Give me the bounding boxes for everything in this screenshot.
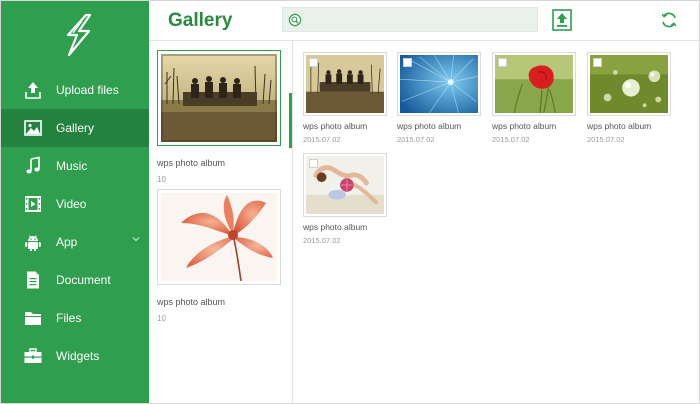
sidebar-item-label: Upload files <box>56 83 119 97</box>
folder-icon <box>25 312 41 325</box>
photo-date: 2015.07.02 <box>303 236 341 245</box>
photo-checkbox[interactable] <box>309 58 318 67</box>
photo-date: 2015.07.02 <box>492 135 530 144</box>
sidebar-item-files[interactable]: Files <box>1 299 149 337</box>
photo-checkbox[interactable] <box>403 58 412 67</box>
sidebar-nav: Upload files Gallery Music Video App Doc… <box>1 71 149 375</box>
sidebar-item-label: App <box>56 235 78 249</box>
sidebar-item-label: Music <box>56 159 88 173</box>
album-list: wps photo album 10 wps photo album 10 <box>149 41 293 403</box>
scroll-indicator[interactable] <box>289 93 292 148</box>
sidebar-item-document[interactable]: Document <box>1 261 149 299</box>
refresh-button[interactable] <box>660 11 678 29</box>
sidebar-item-music[interactable]: Music <box>1 147 149 185</box>
search-input[interactable] <box>307 11 532 29</box>
chevron-down-icon[interactable] <box>132 235 140 243</box>
album-count: 10 <box>157 314 166 323</box>
photo-checkbox[interactable] <box>498 58 507 67</box>
film-icon <box>25 196 41 212</box>
sidebar: Upload files Gallery Music Video App Doc… <box>1 1 149 403</box>
photo-date: 2015.07.02 <box>587 135 625 144</box>
photo-name: wps photo album <box>492 121 557 131</box>
photo-date: 2015.07.02 <box>303 135 341 144</box>
album-count: 10 <box>157 175 166 184</box>
photo-name: wps photo album <box>303 121 368 131</box>
upload-button[interactable] <box>552 9 572 31</box>
upload-icon <box>25 82 41 99</box>
photo-name: wps photo album <box>397 121 462 131</box>
sidebar-item-label: Widgets <box>56 349 100 363</box>
search-box[interactable] <box>282 7 538 32</box>
album-name: wps photo album <box>157 158 226 168</box>
app-logo-icon <box>66 13 92 57</box>
android-icon <box>25 235 41 251</box>
toolbox-icon <box>24 348 42 363</box>
sidebar-item-label: Document <box>56 273 111 287</box>
sidebar-item-video[interactable]: Video <box>1 185 149 223</box>
sidebar-item-widgets[interactable]: Widgets <box>1 337 149 375</box>
page-title: Gallery <box>168 10 233 31</box>
album-name: wps photo album <box>157 297 226 307</box>
music-note-icon <box>26 156 40 174</box>
sidebar-item-app[interactable]: App <box>1 223 149 261</box>
sidebar-item-label: Files <box>56 311 82 325</box>
photo-checkbox[interactable] <box>309 159 318 168</box>
sidebar-item-gallery[interactable]: Gallery <box>1 109 149 147</box>
photo-name: wps photo album <box>303 222 368 232</box>
sidebar-item-label: Gallery <box>56 121 95 135</box>
document-icon <box>27 271 39 289</box>
album-cover-image <box>161 54 277 142</box>
photo-date: 2015.07.02 <box>397 135 435 144</box>
album-thumbnail[interactable] <box>157 189 281 285</box>
album-thumbnail[interactable] <box>157 50 281 146</box>
photo-checkbox[interactable] <box>593 58 602 67</box>
sidebar-item-label: Video <box>56 197 87 211</box>
search-icon[interactable] <box>288 13 302 27</box>
sidebar-item-upload-files[interactable]: Upload files <box>1 71 149 109</box>
header: Gallery <box>149 1 699 41</box>
gallery-icon <box>24 120 42 136</box>
album-cover-image <box>161 193 277 281</box>
photo-name: wps photo album <box>587 121 652 131</box>
